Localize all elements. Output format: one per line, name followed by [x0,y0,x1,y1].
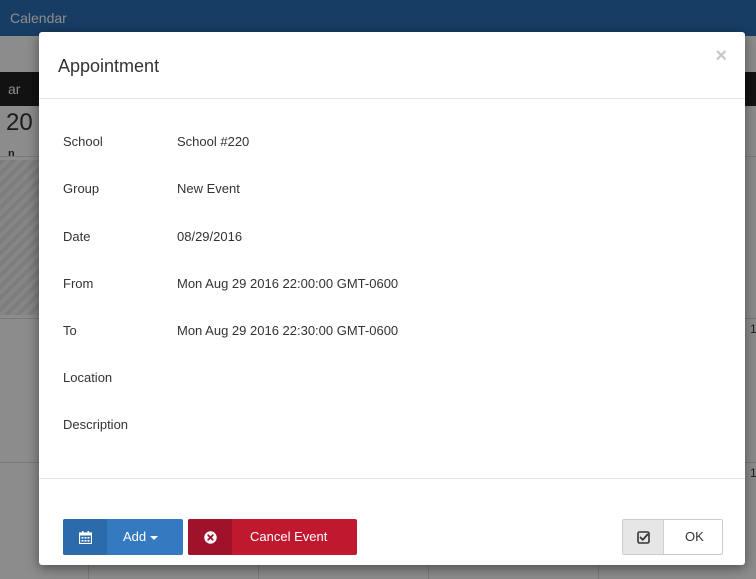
field-label: School [63,134,103,149]
field-value: New Event [177,181,240,196]
field-label: To [63,323,77,338]
appointment-modal: Appointment × School School #220 Group N… [39,32,745,565]
field-value: School #220 [177,134,250,149]
modal-title: Appointment [58,56,160,76]
check-square-icon [623,520,664,554]
close-icon[interactable]: × [715,46,727,66]
field-label: Group [63,181,100,196]
add-dropdown-button[interactable]: Add [63,519,183,555]
times-circle-icon [188,519,232,555]
field-value: 08/29/2016 [177,229,243,244]
field-label: Location [63,370,113,385]
field-value: Mon Aug 29 2016 22:00:00 GMT-0600 [177,276,399,291]
add-button-label: Add [123,519,159,555]
field-label: Description [63,417,129,432]
modal-header: Appointment × [39,32,745,99]
cancel-event-label: Cancel Event [250,529,328,544]
ok-button-label: OK [685,529,704,544]
cancel-event-button[interactable]: Cancel Event [188,519,357,555]
field-label: Date [63,229,91,244]
ok-button[interactable]: OK [622,519,723,555]
field-label: From [63,276,94,291]
caret-down-icon [150,535,159,540]
field-value: Mon Aug 29 2016 22:30:00 GMT-0600 [177,323,399,338]
modal-footer: Add Cancel Event OK [39,478,745,565]
calendar-icon [63,519,107,555]
